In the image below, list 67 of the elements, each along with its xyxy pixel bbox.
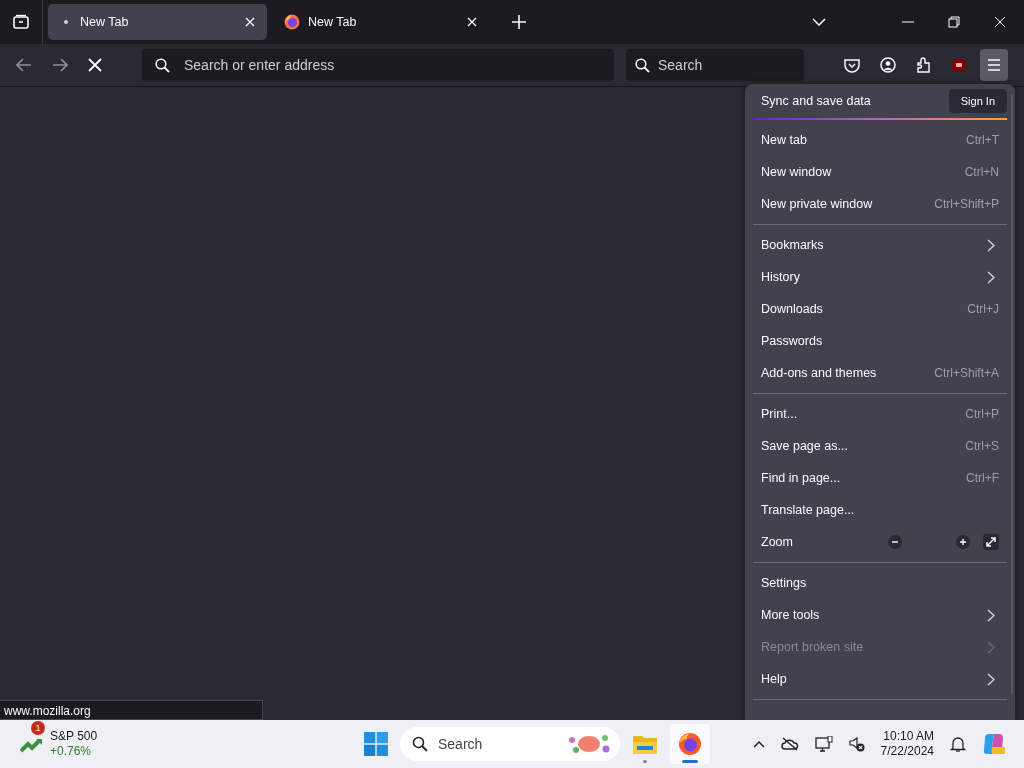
fullscreen-icon[interactable]: [983, 534, 999, 550]
menu-item[interactable]: New window Ctrl+N: [745, 156, 1015, 188]
pocket-icon[interactable]: [844, 57, 860, 73]
chevron-up-icon[interactable]: [752, 740, 765, 748]
copilot-icon[interactable]: [982, 732, 1006, 756]
account-icon[interactable]: [880, 57, 896, 73]
bell-icon[interactable]: [950, 735, 966, 753]
speaker-muted-icon[interactable]: [848, 736, 865, 752]
zoom-label: Zoom: [761, 535, 794, 549]
sign-in-button[interactable]: Sign In: [948, 89, 1007, 113]
menu-item[interactable]: Downloads Ctrl+J: [745, 293, 1015, 325]
address-field[interactable]: Search or enter address: [142, 49, 614, 81]
browser-tab[interactable]: New Tab: [48, 4, 267, 40]
status-link-text: www.mozilla.org: [0, 700, 263, 720]
close-icon[interactable]: [467, 17, 477, 27]
chevron-down-icon[interactable]: [812, 18, 826, 26]
chevron-right-icon: [987, 672, 995, 686]
chevron-right-icon: [987, 270, 995, 284]
zoom-in-icon[interactable]: [956, 535, 970, 549]
firefox-icon: [678, 732, 702, 756]
cloud-off-icon[interactable]: [780, 737, 799, 751]
stop-icon[interactable]: [88, 58, 102, 72]
chevron-right-icon: [987, 238, 995, 252]
menu-item[interactable]: Find in page... Ctrl+F: [745, 462, 1015, 494]
stock-name: S&P 500: [50, 729, 98, 744]
taskbar-app[interactable]: [670, 724, 710, 764]
menu-item[interactable]: Help: [745, 663, 1015, 695]
menu-icon: [987, 59, 1001, 71]
clock-time[interactable]: 10:10 AM: [883, 729, 934, 744]
menu-item[interactable]: Settings: [745, 567, 1015, 599]
search-icon: [635, 58, 650, 73]
menu-item[interactable]: New tab Ctrl+T: [745, 124, 1015, 156]
menu-button[interactable]: [980, 49, 1008, 81]
menu-item[interactable]: Translate page...: [745, 494, 1015, 526]
menu-item[interactable]: History: [745, 261, 1015, 293]
firefox-icon: [284, 14, 300, 30]
loading-dot-icon: [64, 20, 68, 24]
monitor-icon[interactable]: [814, 736, 833, 752]
puzzle-icon[interactable]: [916, 56, 932, 74]
stock-change: +0.76%: [50, 744, 93, 759]
search-icon: [412, 736, 428, 752]
notification-badge: 1: [31, 721, 45, 735]
close-icon[interactable]: [994, 16, 1006, 28]
search-icon: [155, 58, 170, 73]
clock-date[interactable]: 7/22/2024: [880, 744, 934, 759]
chevron-right-icon: [987, 640, 995, 654]
search-field[interactable]: Search: [626, 49, 804, 81]
close-icon[interactable]: [245, 17, 255, 27]
restore-icon[interactable]: [948, 16, 960, 28]
windows-start-icon[interactable]: [364, 732, 388, 756]
zoom-out-icon[interactable]: [888, 535, 902, 549]
back-arrow-icon[interactable]: [16, 58, 32, 72]
folder-icon: [633, 734, 657, 754]
chevron-right-icon: [987, 608, 995, 622]
menu-item[interactable]: Save page as... Ctrl+S: [745, 430, 1015, 462]
sync-heading: Sync and save data: [761, 94, 871, 108]
menu-item[interactable]: Passwords: [745, 325, 1015, 357]
menu-item[interactable]: Add-ons and themes Ctrl+Shift+A: [745, 357, 1015, 389]
new-tab-icon[interactable]: [512, 15, 526, 29]
menu-item[interactable]: Print... Ctrl+P: [745, 398, 1015, 430]
menu-item[interactable]: New private window Ctrl+Shift+P: [745, 188, 1015, 220]
menu-item[interactable]: Bookmarks: [745, 229, 1015, 261]
browser-tab[interactable]: New Tab: [270, 4, 489, 40]
forward-arrow-icon[interactable]: [52, 58, 68, 72]
menu-item[interactable]: More tools: [745, 599, 1015, 631]
tab-groups-icon[interactable]: [12, 14, 30, 30]
taskbar-search-field[interactable]: Search: [400, 727, 620, 761]
